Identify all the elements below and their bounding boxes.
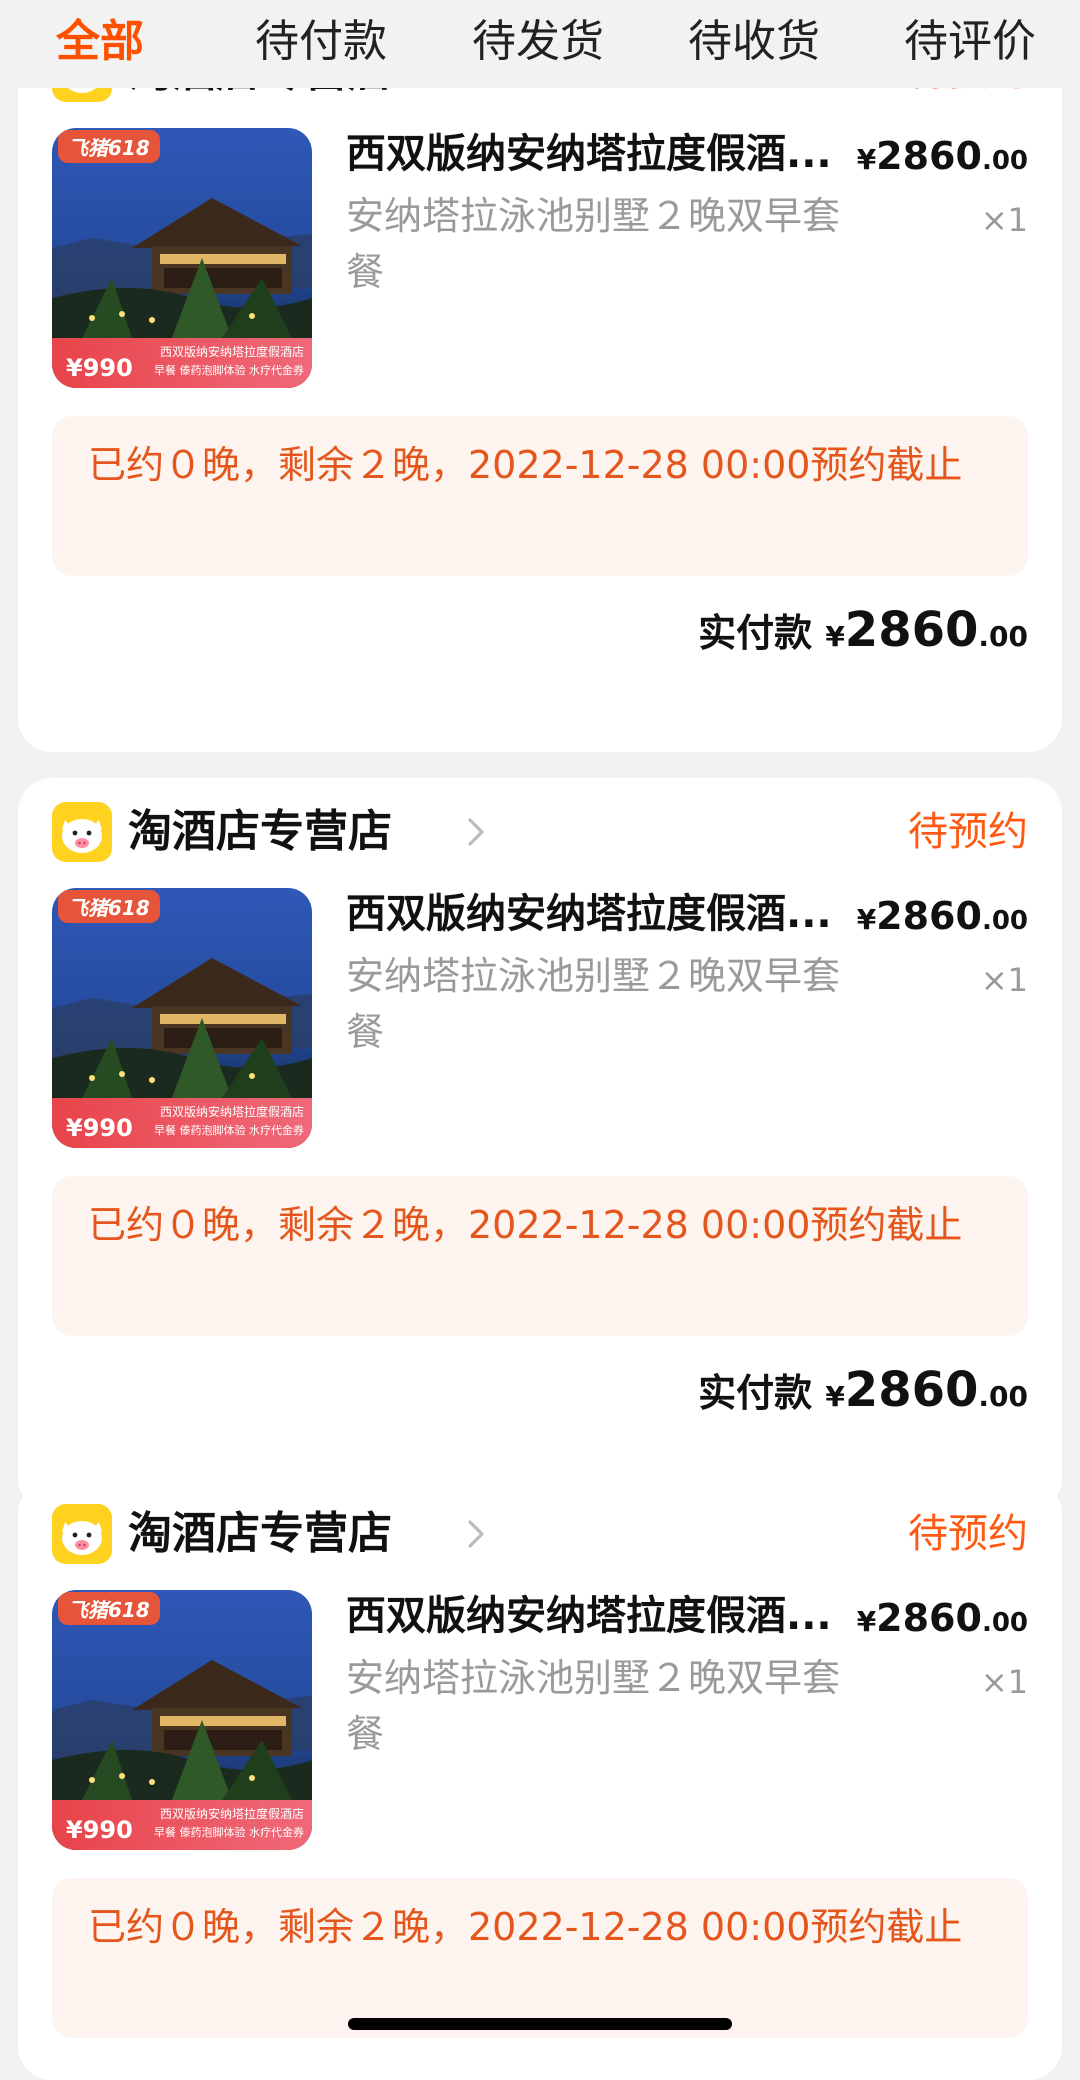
thumb-price-symbol: ¥ xyxy=(66,1816,83,1844)
product-thumbnail[interactable]: 飞猪618 西双版纳安纳塔拉度假酒店 早餐 傣药泡脚体验 水疗代金券 ¥990 xyxy=(52,888,312,1148)
fliggy-pig-logo-icon xyxy=(52,1504,112,1564)
home-indicator xyxy=(348,2018,732,2030)
product-thumbnail[interactable]: 飞猪618 西双版纳安纳塔拉度假酒店 早餐 傣药泡脚体验 水疗代金券 ¥990 xyxy=(52,128,312,388)
thumb-price-value: 990 xyxy=(82,354,133,382)
tab-pending-review[interactable]: 待评价 xyxy=(904,8,1036,76)
shop-row[interactable]: 淘酒店专营店 待预约 xyxy=(52,800,1028,864)
price-integer: 2860 xyxy=(876,1596,982,1640)
order-card[interactable]: 淘酒店专营店 待预约 xyxy=(18,18,1062,752)
thumb-price-value: 990 xyxy=(82,1114,133,1142)
total-integer: 2860 xyxy=(844,1362,979,1418)
thumb-price: ¥990 xyxy=(66,1816,133,1844)
total-currency: ¥ xyxy=(825,1380,845,1413)
unit-price: ¥2860.00 xyxy=(857,128,1028,189)
price-currency: ¥ xyxy=(856,903,877,936)
unit-price: ¥2860.00 xyxy=(857,888,1028,949)
reservation-notice-text: 已约０晚，剩余２晚，2022-12-28 00:00预约截止 xyxy=(88,443,963,487)
promo-badge: 飞猪618 xyxy=(58,1592,160,1625)
order-status: 待预约 xyxy=(908,809,1028,855)
total-label: 实付款 xyxy=(698,1371,813,1415)
price-integer: 2860 xyxy=(876,134,982,178)
price-decimal: .00 xyxy=(981,146,1028,176)
product-description: 安纳塔拉泳池别墅２晚双早套餐 xyxy=(346,194,841,294)
shop-name[interactable]: 淘酒店专营店 xyxy=(128,1502,392,1566)
total-paid: 实付款 ¥2860.00 xyxy=(698,598,1028,669)
thumb-caption: 西双版纳安纳塔拉度假酒店 xyxy=(159,345,304,359)
order-status: 待预约 xyxy=(908,1511,1028,1557)
quantity: ×1 xyxy=(980,961,1028,999)
product-thumbnail[interactable]: 飞猪618 西双版纳安纳塔拉度假酒店 早餐 傣药泡脚体验 水疗代金券 ¥990 xyxy=(52,1590,312,1850)
quantity: ×1 xyxy=(980,1663,1028,1701)
total-paid: 实付款 ¥2860.00 xyxy=(698,1358,1028,1429)
total-label: 实付款 xyxy=(698,611,813,655)
total-currency: ¥ xyxy=(825,620,845,653)
reservation-notice-text: 已约０晚，剩余２晚，2022-12-28 00:00预约截止 xyxy=(88,1905,963,1949)
quantity: ×1 xyxy=(980,201,1028,239)
shop-row[interactable]: 淘酒店专营店 待预约 xyxy=(52,1502,1028,1566)
product-description: 安纳塔拉泳池别墅２晚双早套餐 xyxy=(346,1656,841,1756)
chevron-right-icon[interactable] xyxy=(458,814,494,850)
product-title[interactable]: 西双版纳安纳塔拉度假酒... xyxy=(346,1584,846,1648)
total-decimal: .00 xyxy=(978,1380,1028,1413)
promo-badge: 飞猪618 xyxy=(58,130,160,163)
thumb-caption: 西双版纳安纳塔拉度假酒店 xyxy=(159,1105,304,1119)
price-currency: ¥ xyxy=(856,143,877,176)
order-card[interactable]: 淘酒店专营店 待预约 xyxy=(18,1480,1062,2080)
tab-pending-shipment[interactable]: 待发货 xyxy=(472,8,604,76)
reservation-notice-text: 已约０晚，剩余２晚，2022-12-28 00:00预约截止 xyxy=(88,1203,963,1247)
price-currency: ¥ xyxy=(856,1605,877,1638)
shop-name[interactable]: 淘酒店专营店 xyxy=(128,800,392,864)
reservation-notice: 已约０晚，剩余２晚，2022-12-28 00:00预约截止 xyxy=(52,1176,1028,1336)
price-integer: 2860 xyxy=(876,894,982,938)
product-title[interactable]: 西双版纳安纳塔拉度假酒... xyxy=(346,122,846,186)
thumb-subcaption: 早餐 傣药泡脚体验 水疗代金券 xyxy=(154,1826,304,1839)
thumb-caption: 西双版纳安纳塔拉度假酒店 xyxy=(159,1807,304,1821)
thumb-price: ¥990 xyxy=(66,354,133,382)
total-decimal: .00 xyxy=(978,620,1028,653)
thumb-subcaption: 早餐 傣药泡脚体验 水疗代金券 xyxy=(154,364,304,377)
tab-all[interactable]: 全部 xyxy=(56,8,144,76)
thumb-price: ¥990 xyxy=(66,1114,133,1142)
thumb-price-symbol: ¥ xyxy=(66,354,83,382)
fliggy-pig-logo-icon xyxy=(52,802,112,862)
tab-pending-payment[interactable]: 待付款 xyxy=(255,8,387,76)
price-decimal: .00 xyxy=(981,906,1028,936)
unit-price: ¥2860.00 xyxy=(857,1590,1028,1651)
chevron-right-icon[interactable] xyxy=(458,1516,494,1552)
promo-badge: 飞猪618 xyxy=(58,890,160,923)
order-tabs: 全部 待付款 待发货 待收货 待评价 xyxy=(0,0,1080,88)
price-decimal: .00 xyxy=(981,1608,1028,1638)
tab-pending-receipt[interactable]: 待收货 xyxy=(688,8,820,76)
product-description: 安纳塔拉泳池别墅２晚双早套餐 xyxy=(346,954,841,1054)
thumb-subcaption: 早餐 傣药泡脚体验 水疗代金券 xyxy=(154,1124,304,1137)
total-integer: 2860 xyxy=(844,602,979,658)
product-title[interactable]: 西双版纳安纳塔拉度假酒... xyxy=(346,882,846,946)
reservation-notice: 已约０晚，剩余２晚，2022-12-28 00:00预约截止 xyxy=(52,1878,1028,2038)
thumb-price-symbol: ¥ xyxy=(66,1114,83,1142)
order-card[interactable]: 淘酒店专营店 待预约 xyxy=(18,778,1062,1512)
reservation-notice: 已约０晚，剩余２晚，2022-12-28 00:00预约截止 xyxy=(52,416,1028,576)
thumb-price-value: 990 xyxy=(82,1816,133,1844)
